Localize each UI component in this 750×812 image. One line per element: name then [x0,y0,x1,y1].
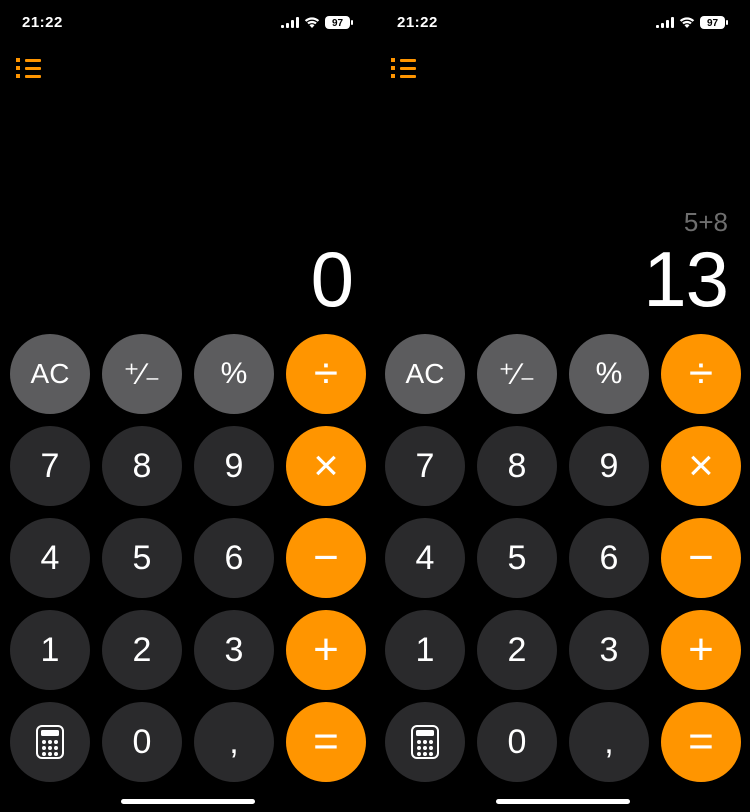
digit-2-button[interactable]: 2 [477,610,557,690]
digit-2-button[interactable]: 2 [102,610,182,690]
decimal-button[interactable]: , [569,702,649,782]
result-display: 0 [311,240,353,318]
calculator-icon [36,725,64,759]
digit-3-button[interactable]: 3 [194,610,274,690]
divide-button[interactable]: ÷ [661,334,741,414]
equals-button[interactable]: = [661,702,741,782]
clear-button[interactable]: AC [10,334,90,414]
equals-button[interactable]: = [286,702,366,782]
status-indicators: 97 [281,16,353,29]
digit-7-button[interactable]: 7 [10,426,90,506]
svg-text:97: 97 [332,18,344,29]
sign-toggle-button[interactable]: ⁺∕₋ [477,334,557,414]
wifi-icon [679,16,695,28]
percent-button[interactable]: % [569,334,649,414]
digit-9-button[interactable]: 9 [569,426,649,506]
cellular-signal-icon [656,17,674,28]
home-indicator[interactable] [496,799,630,804]
home-indicator[interactable] [121,799,255,804]
expression-display: 5+8 [684,207,728,238]
digit-8-button[interactable]: 8 [102,426,182,506]
multiply-button[interactable]: × [661,426,741,506]
status-bar: 21:22 97 [375,0,750,44]
percent-button[interactable]: % [194,334,274,414]
calculator-mode-button[interactable] [385,702,465,782]
plus-button[interactable]: + [661,610,741,690]
multiply-button[interactable]: × [286,426,366,506]
digit-0-button[interactable]: 0 [102,702,182,782]
keypad: AC ⁺∕₋ % ÷ 7 8 9 × 4 5 6 − 1 2 3 + 0 , = [0,328,375,812]
display-area: 0 [0,44,375,328]
digit-6-button[interactable]: 6 [569,518,649,598]
calculator-screen-left: 21:22 97 0 AC ⁺∕₋ % ÷ 7 8 9 × 4 5 [0,0,375,812]
calculator-icon [411,725,439,759]
minus-button[interactable]: − [286,518,366,598]
history-button[interactable] [391,58,417,78]
plus-button[interactable]: + [286,610,366,690]
digit-6-button[interactable]: 6 [194,518,274,598]
digit-9-button[interactable]: 9 [194,426,274,506]
digit-5-button[interactable]: 5 [102,518,182,598]
svg-text:97: 97 [707,18,719,29]
display-area: 5+8 13 [375,44,750,328]
digit-7-button[interactable]: 7 [385,426,465,506]
status-time: 21:22 [397,14,438,31]
calculator-mode-button[interactable] [10,702,90,782]
decimal-button[interactable]: , [194,702,274,782]
keypad: AC ⁺∕₋ % ÷ 7 8 9 × 4 5 6 − 1 2 3 + 0 , = [375,328,750,812]
digit-4-button[interactable]: 4 [10,518,90,598]
wifi-icon [304,16,320,28]
status-indicators: 97 [656,16,728,29]
sign-toggle-button[interactable]: ⁺∕₋ [102,334,182,414]
digit-3-button[interactable]: 3 [569,610,649,690]
digit-0-button[interactable]: 0 [477,702,557,782]
battery-icon: 97 [325,16,353,29]
result-display: 13 [643,240,728,318]
digit-8-button[interactable]: 8 [477,426,557,506]
cellular-signal-icon [281,17,299,28]
status-bar: 21:22 97 [0,0,375,44]
calculator-screen-right: 21:22 97 5+8 13 AC ⁺∕₋ % ÷ 7 8 9 × 4 [375,0,750,812]
history-button[interactable] [16,58,42,78]
digit-4-button[interactable]: 4 [385,518,465,598]
divide-button[interactable]: ÷ [286,334,366,414]
battery-icon: 97 [700,16,728,29]
minus-button[interactable]: − [661,518,741,598]
clear-button[interactable]: AC [385,334,465,414]
digit-5-button[interactable]: 5 [477,518,557,598]
digit-1-button[interactable]: 1 [10,610,90,690]
digit-1-button[interactable]: 1 [385,610,465,690]
status-time: 21:22 [22,14,63,31]
